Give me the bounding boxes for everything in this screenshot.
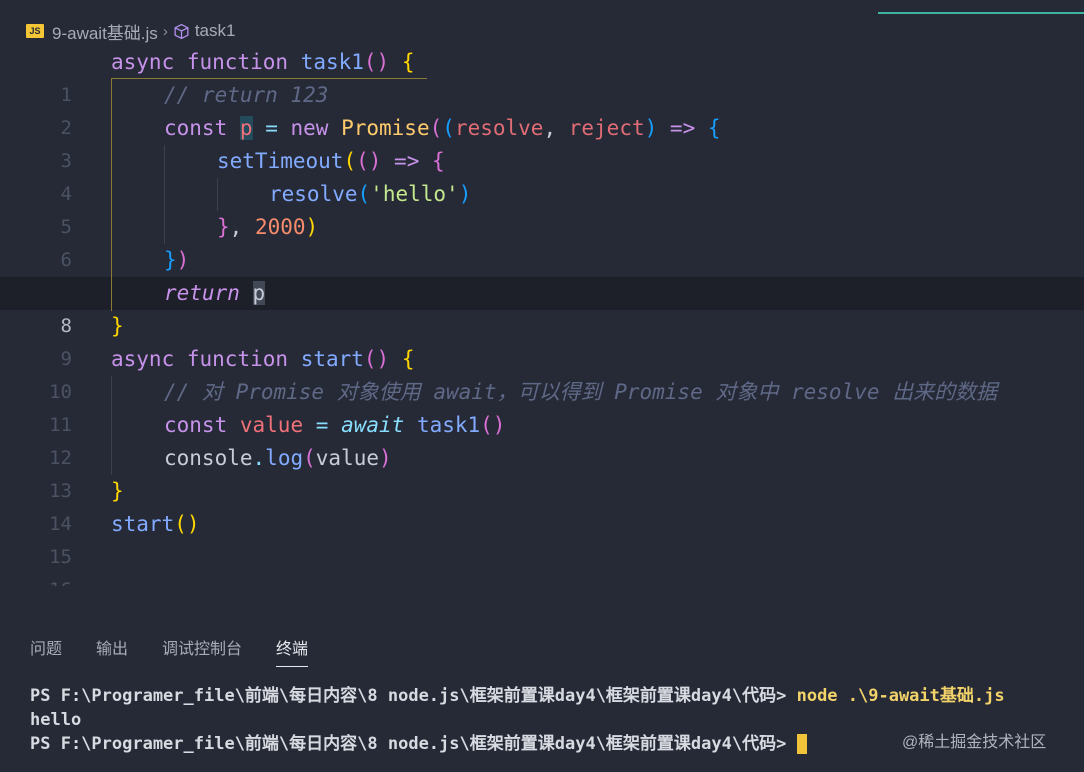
terminal-cursor	[796, 734, 807, 754]
code-line: 16	[0, 541, 1084, 586]
tab-output[interactable]: 输出	[96, 638, 128, 666]
code-line: 15 start()	[0, 508, 1084, 568]
keyword: await	[341, 413, 405, 437]
bracket: {	[401, 50, 415, 74]
code-line: 3 const p = new Promise((resolve, reject…	[0, 112, 1084, 172]
identifier: value	[315, 446, 379, 470]
operator: =	[315, 413, 329, 437]
js-file-icon: JS	[26, 24, 44, 38]
accent-line	[878, 12, 1084, 14]
identifier: console	[164, 446, 253, 470]
code-line: 4 setTimeout(() => {	[0, 145, 1084, 205]
code-line: 14 }	[0, 475, 1084, 535]
indent-guide	[111, 376, 112, 475]
terminal-line: PS F:\Programer_file\前端\每日内容\8 node.js\框…	[30, 684, 1084, 708]
function-name: log	[265, 446, 304, 470]
cube-icon	[173, 23, 190, 40]
keyword: const	[164, 116, 228, 140]
bracket: ()	[356, 149, 382, 173]
function-name: start	[111, 512, 175, 536]
code-line: 13 console.log(value)	[0, 442, 1084, 502]
tab-problems[interactable]: 问题	[30, 638, 62, 666]
keyword: new	[290, 116, 329, 140]
code-line: 12 const value = await task1()	[0, 409, 1084, 469]
operator: =	[265, 116, 278, 140]
code-line: 11 // 对 Promise 对象使用 await，可以得到 Promise …	[0, 376, 1084, 436]
bracket: {	[707, 116, 721, 140]
comment: // 对 Promise 对象使用 await，可以得到 Promise 对象中…	[164, 380, 998, 404]
function-name: task1	[300, 50, 364, 74]
code-line: 7 })	[0, 244, 1084, 304]
bracket: }	[111, 314, 124, 338]
bracket: {	[401, 347, 415, 371]
terminal-command: node .\9-await基础.js	[796, 686, 1005, 706]
bracket: }	[111, 479, 124, 503]
code-line: 5 resolve('hello')	[0, 178, 1084, 238]
tab-debug-console[interactable]: 调试控制台	[162, 638, 242, 666]
code-line: 2 // return 123	[0, 79, 1084, 139]
string: 'hello'	[370, 182, 459, 206]
chevron-right-icon: ›	[162, 22, 168, 40]
code-line-active: 8 return p	[0, 277, 1084, 337]
panel-tabs: 问题 输出 调试控制台 终端	[30, 638, 342, 667]
number: 2000	[254, 215, 306, 239]
variable: p	[252, 281, 266, 305]
punctuation: .	[252, 446, 266, 470]
indent-guide	[164, 145, 165, 244]
code-line: 10 async function start() {	[0, 343, 1084, 403]
bracket: )	[644, 116, 658, 140]
bracket: )	[176, 248, 190, 272]
bracket: )	[305, 215, 319, 239]
breadcrumb-symbol[interactable]: task1	[195, 21, 236, 41]
bracket: ()	[480, 413, 506, 437]
function-name: setTimeout	[217, 149, 344, 173]
punctuation: ,	[543, 116, 557, 140]
breadcrumb-file[interactable]: 9-await基础.js	[52, 19, 158, 44]
breadcrumb: JS 9-await基础.js › task1	[26, 18, 235, 44]
terminal-prompt: PS F:\Programer_file\前端\每日内容\8 node.js\框…	[30, 734, 787, 754]
bracket: (	[442, 116, 455, 140]
parameter: reject	[568, 116, 645, 140]
code-line: 9 }	[0, 310, 1084, 370]
function-name: resolve	[269, 182, 358, 206]
terminal-prompt: PS F:\Programer_file\前端\每日内容\8 node.js\框…	[30, 686, 787, 706]
keyword: function	[186, 50, 289, 74]
indent-guide	[217, 178, 218, 211]
bracket: )	[458, 182, 472, 206]
tab-terminal[interactable]: 终端	[276, 638, 309, 667]
operator: =>	[669, 116, 696, 140]
bracket: (	[343, 149, 357, 173]
code-line: 1 async function task1() {	[0, 46, 1084, 106]
bracket: }	[217, 215, 230, 239]
class-name: Promise	[341, 116, 430, 140]
watermark: @稀土掘金技术社区	[902, 734, 1047, 751]
parameter: resolve	[454, 116, 544, 140]
bracket: ()	[363, 347, 390, 371]
code-line: 6 }, 2000)	[0, 211, 1084, 271]
function-name: start	[300, 347, 364, 371]
punctuation: ,	[229, 215, 243, 239]
terminal-output: hello	[30, 710, 82, 730]
code-editor[interactable]: 1 async function task1() { 2 // return 1…	[0, 46, 1084, 586]
bracket: (	[303, 446, 316, 470]
bracket: (	[429, 116, 443, 140]
function-name: task1	[416, 413, 481, 437]
keyword: async	[111, 50, 175, 74]
bracket: )	[378, 446, 392, 470]
keyword: return	[164, 281, 240, 305]
keyword: function	[186, 347, 289, 371]
bracket: ()	[174, 512, 200, 536]
line-number: 16	[0, 574, 72, 586]
bracket: ()	[363, 50, 390, 74]
comment: // return 123	[164, 83, 329, 107]
variable: p	[239, 116, 253, 140]
operator: =>	[394, 149, 420, 173]
bracket: (	[357, 182, 371, 206]
keyword: async	[111, 347, 175, 371]
bracket: {	[432, 149, 445, 173]
keyword: const	[164, 413, 228, 437]
bracket: }	[164, 248, 177, 272]
variable: value	[239, 413, 304, 437]
